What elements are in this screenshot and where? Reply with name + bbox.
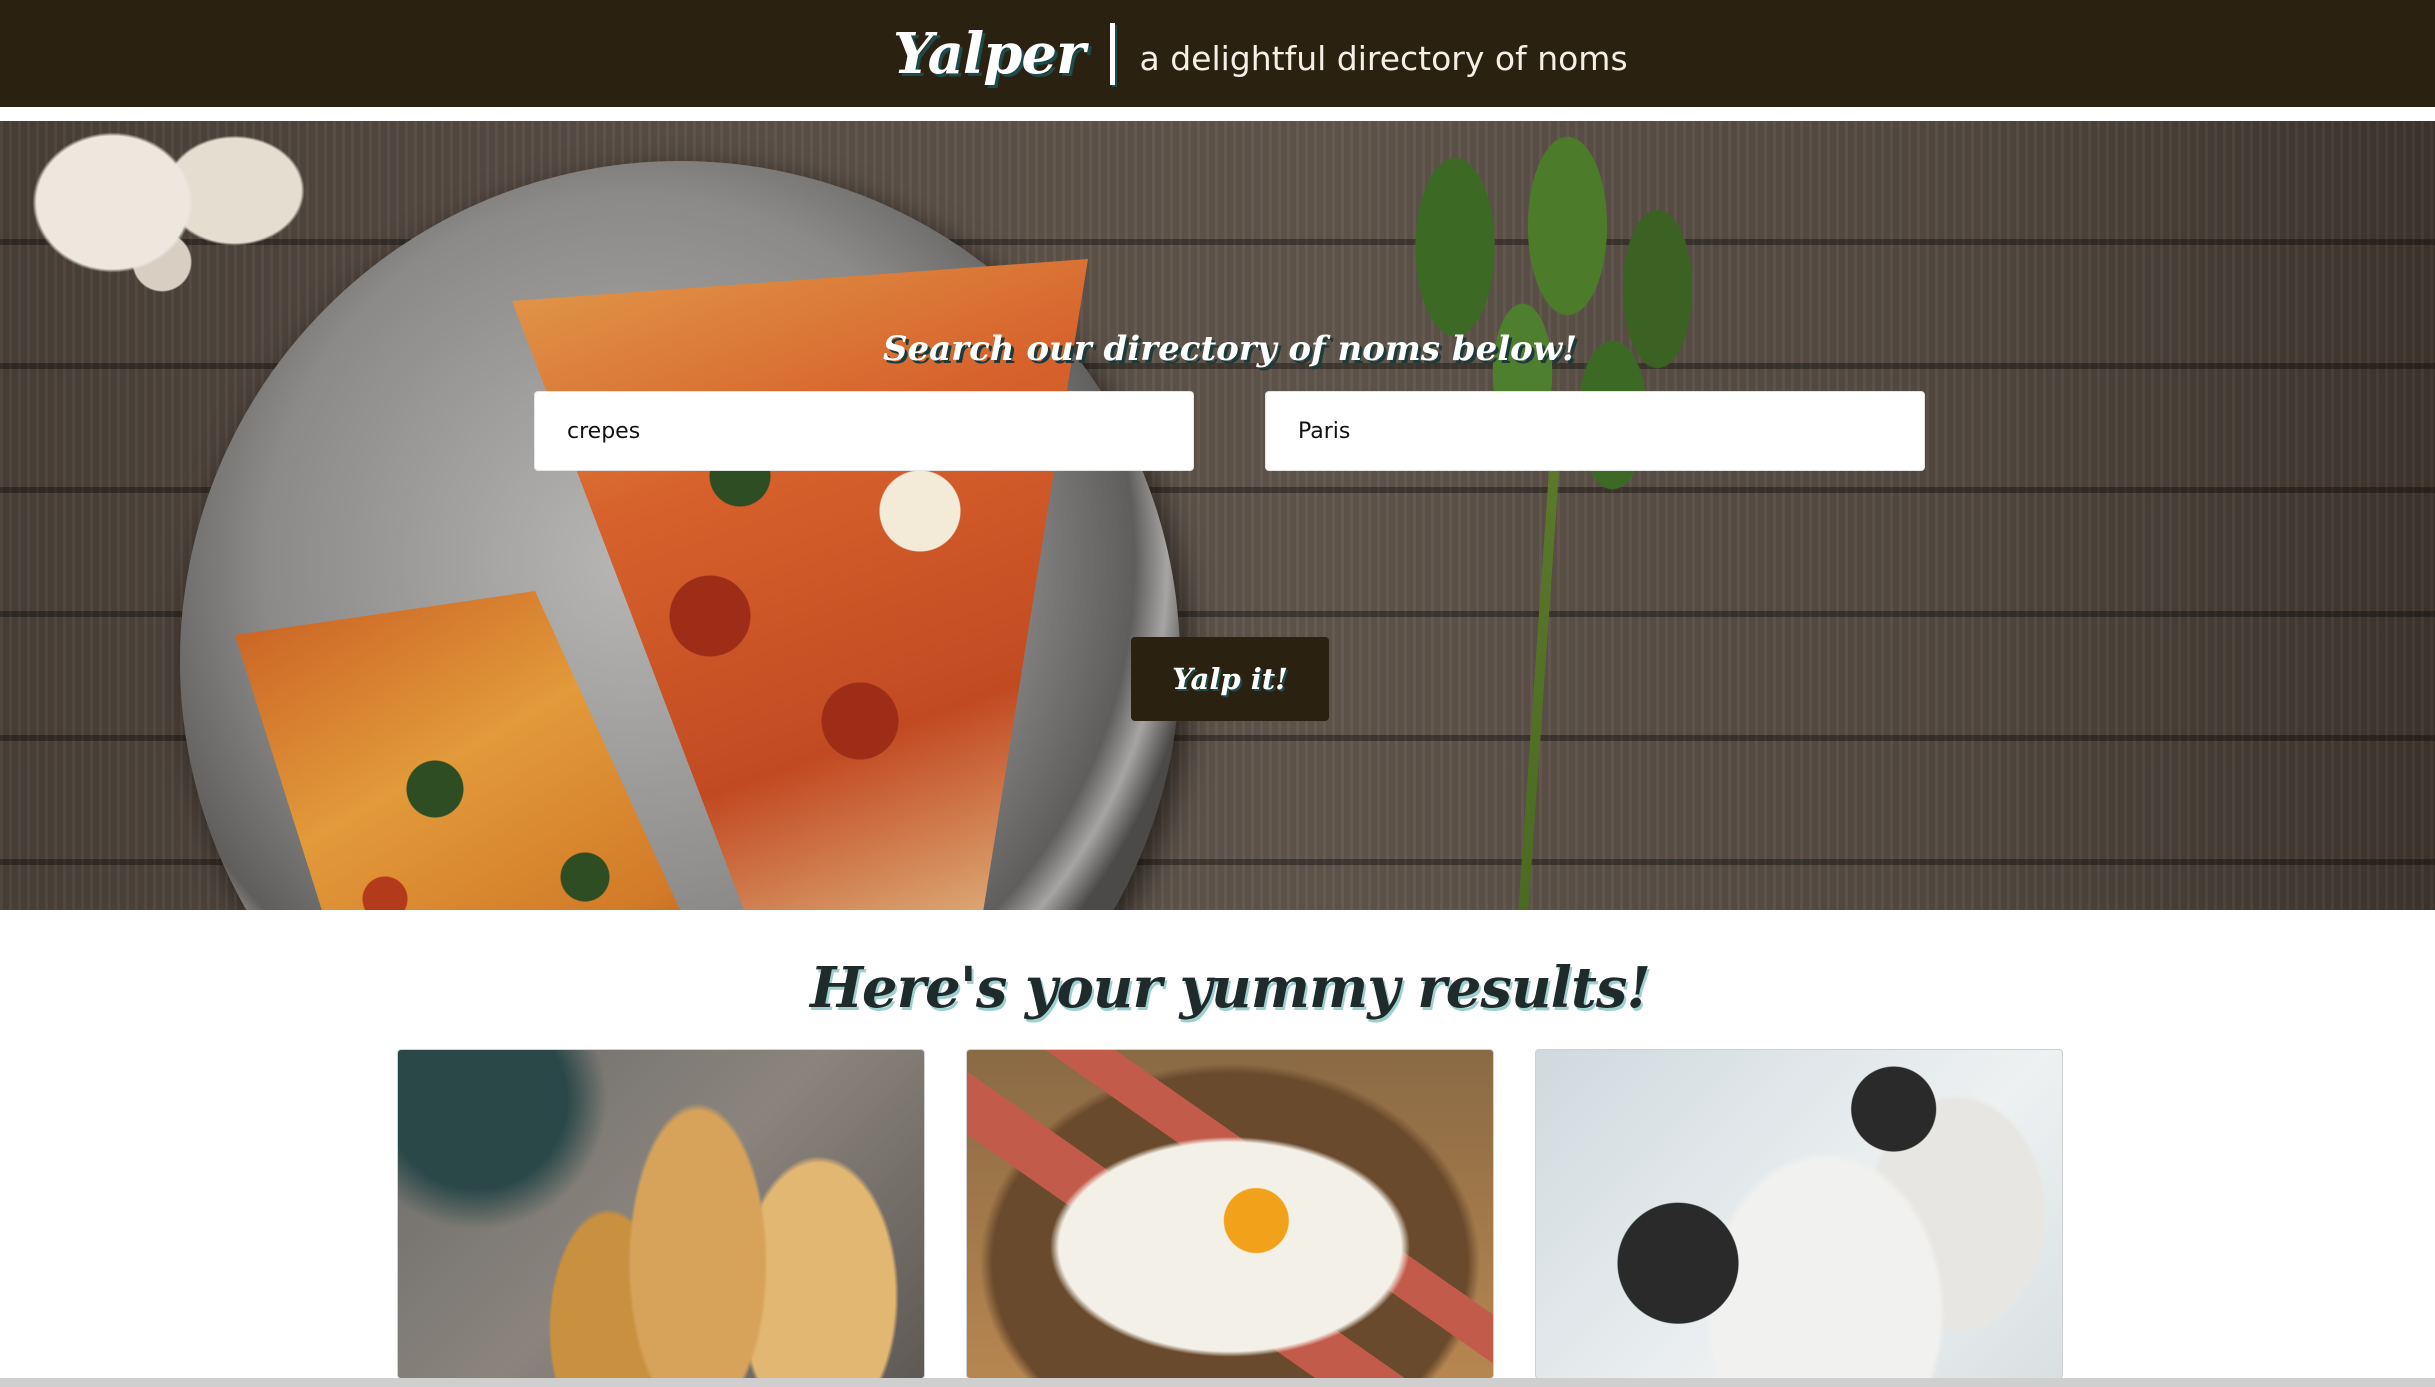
search-location-input[interactable] bbox=[1265, 391, 1925, 471]
brand-tagline: a delightful directory of noms bbox=[1139, 38, 1628, 78]
brand: Yalper a delightful directory of noms bbox=[893, 18, 1628, 90]
header-spacer bbox=[0, 107, 2435, 121]
result-card[interactable]: crepe-wraps-photo bbox=[397, 1049, 925, 1379]
horizontal-scrollbar[interactable] bbox=[0, 1378, 2435, 1387]
yalp-it-button[interactable]: Yalp it! bbox=[1131, 637, 1329, 721]
result-card[interactable]: crepes-with-coffee-photo bbox=[1535, 1049, 2063, 1379]
results-heading: Here's your yummy results! bbox=[810, 955, 1651, 1021]
top-navbar: Yalper a delightful directory of noms bbox=[0, 0, 2435, 107]
search-term-input[interactable] bbox=[534, 391, 1194, 471]
result-card[interactable]: bacon-egg-galette-photo bbox=[966, 1049, 1494, 1379]
brand-divider bbox=[1110, 23, 1116, 85]
brand-logo[interactable]: Yalper bbox=[893, 21, 1085, 87]
hero-search-section: Search our directory of noms below! Yalp… bbox=[0, 121, 2435, 910]
search-heading: Search our directory of noms below! bbox=[882, 329, 1578, 369]
mushrooms-image bbox=[30, 126, 360, 296]
